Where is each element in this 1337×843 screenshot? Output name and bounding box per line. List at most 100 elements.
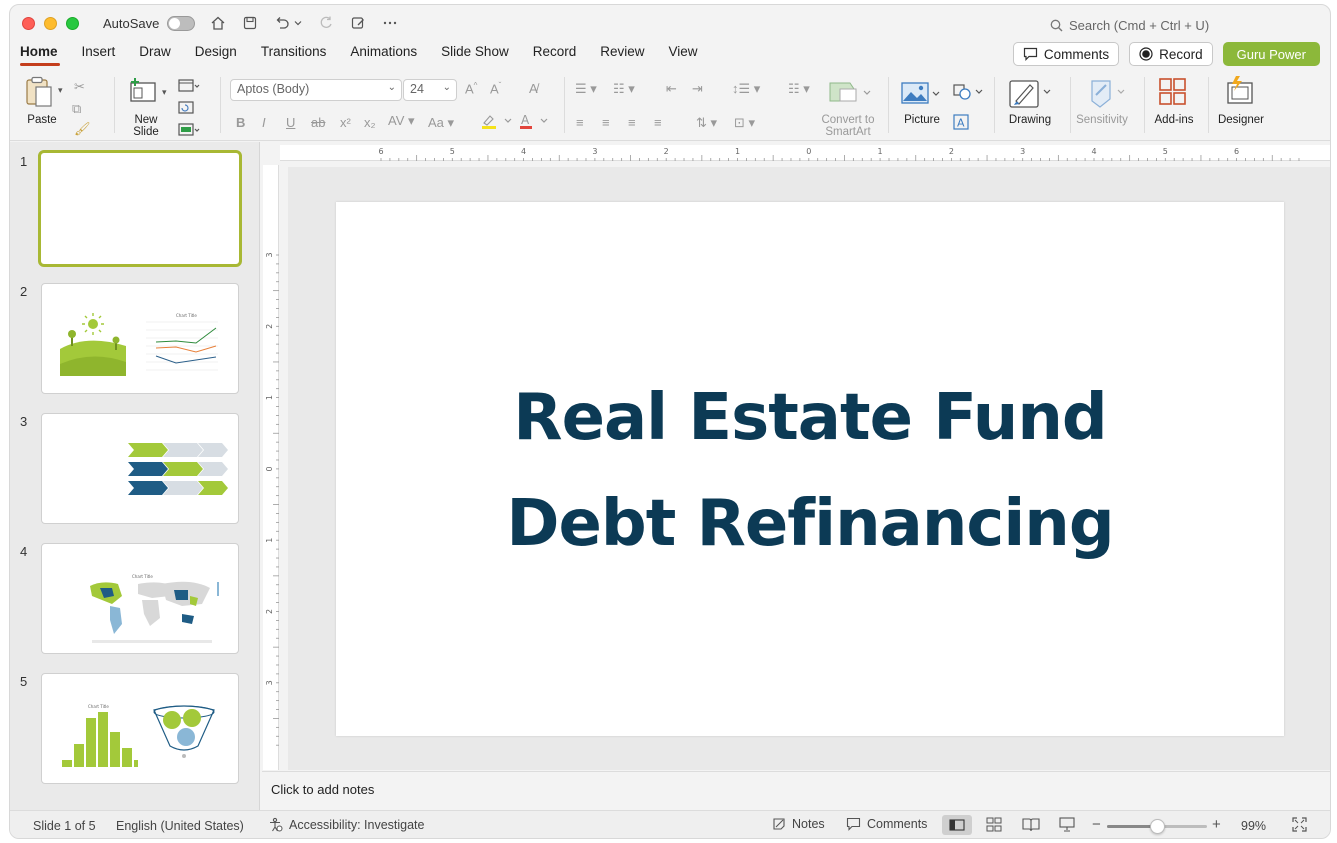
language-indicator[interactable]: English (United States)	[116, 819, 244, 833]
slide-thumbnail-1[interactable]	[38, 150, 242, 267]
zoom-slider[interactable]	[1107, 819, 1207, 834]
autosave-toggle[interactable]	[167, 15, 196, 31]
undo-icon[interactable]	[273, 14, 291, 32]
horizontal-ruler[interactable]: 6 5 4 3 2 1 0 1 2 3 4 5 6	[280, 145, 1330, 161]
tab-slide-show[interactable]: Slide Show	[429, 41, 521, 69]
tab-draw[interactable]: Draw	[127, 41, 183, 69]
clear-format-icon[interactable]: A̸	[529, 81, 538, 96]
reset-icon[interactable]	[178, 101, 194, 118]
font-name-combo[interactable]: Aptos (Body) ⌄	[230, 79, 402, 101]
bullets-icon[interactable]: ☰ ▾	[575, 81, 597, 97]
new-slide-dropdown-icon[interactable]: ▾	[162, 87, 167, 98]
undo-dropdown-icon[interactable]	[293, 14, 303, 32]
slide-title[interactable]: Real Estate Fund Debt Refinancing	[506, 365, 1114, 577]
italic-icon[interactable]: I	[262, 115, 266, 130]
zoom-percentage[interactable]: 99%	[1241, 819, 1266, 833]
slide-number: 2	[20, 284, 28, 299]
guru-power-button[interactable]: Guru Power	[1222, 42, 1320, 66]
record-icon	[1139, 47, 1153, 61]
tab-design[interactable]: Design	[183, 41, 249, 69]
close-window-button[interactable]	[22, 16, 35, 30]
slide-thumbnail-5[interactable]: Chart Title	[41, 673, 239, 784]
font-color-icon[interactable]: A	[518, 113, 552, 132]
tab-home[interactable]: Home	[10, 41, 70, 69]
minimize-window-button[interactable]	[44, 16, 57, 30]
numbering-icon[interactable]: ☷ ▾	[613, 81, 635, 97]
new-slide-button[interactable]	[128, 77, 158, 108]
superscript-icon[interactable]: x²	[340, 115, 351, 130]
shapes-icon[interactable]	[952, 83, 984, 104]
addins-icon[interactable]	[1158, 77, 1188, 110]
fit-to-window-button[interactable]	[1292, 817, 1307, 835]
redo-icon[interactable]	[317, 14, 335, 32]
zoom-out-button[interactable]: −	[1092, 816, 1101, 833]
current-slide[interactable]: Real Estate Fund Debt Refinancing	[336, 202, 1284, 736]
comments-toggle-button[interactable]: Comments	[846, 817, 927, 831]
slide-thumbnails-panel[interactable]: 1 2 Chart Title 3 4 Chart Title 5 Chart …	[10, 142, 260, 810]
cut-icon[interactable]: ✂	[74, 79, 85, 95]
increase-indent-icon[interactable]: ⇥	[692, 81, 703, 97]
vertical-ruler[interactable]: 3 2 1 0 1 2 3	[263, 165, 279, 770]
smartart-icon[interactable]	[828, 79, 872, 110]
designer-icon[interactable]	[1224, 75, 1256, 110]
justify-icon[interactable]: ≡	[654, 115, 662, 130]
increase-font-icon[interactable]: A^	[465, 81, 477, 96]
slide-thumbnail-4[interactable]: Chart Title	[41, 543, 239, 654]
paste-dropdown-icon[interactable]: ▾	[58, 85, 63, 96]
decrease-indent-icon[interactable]: ⇤	[666, 81, 677, 97]
columns-icon[interactable]: ☷ ▾	[788, 81, 810, 97]
tab-transitions[interactable]: Transitions	[249, 41, 339, 69]
section-icon[interactable]	[178, 123, 200, 140]
align-right-icon[interactable]: ≡	[628, 115, 636, 130]
accessibility-icon	[270, 817, 283, 832]
reading-view-button[interactable]	[1022, 817, 1040, 835]
subscript-icon[interactable]: x₂	[364, 115, 376, 130]
save-icon[interactable]	[241, 14, 259, 32]
decrease-font-icon[interactable]: Aˇ	[490, 81, 501, 96]
align-text-icon[interactable]: ⊡ ▾	[734, 115, 755, 131]
sensitivity-icon[interactable]	[1082, 77, 1126, 114]
comments-button[interactable]: Comments	[1012, 42, 1120, 66]
text-direction-icon[interactable]: ⇅ ▾	[696, 115, 717, 131]
notes-toggle-button[interactable]: Notes	[772, 817, 825, 831]
drawing-icon[interactable]	[1008, 77, 1052, 114]
strikethrough-icon[interactable]: ab	[311, 115, 325, 130]
search-box[interactable]: Search (Cmd + Ctrl + U)	[1050, 18, 1209, 33]
zoom-slider-thumb[interactable]	[1150, 819, 1165, 834]
zoom-in-button[interactable]: +	[1212, 816, 1221, 833]
tab-view[interactable]: View	[657, 41, 710, 69]
font-size-value: 24	[410, 82, 424, 96]
line-spacing-icon[interactable]: ↕☰ ▾	[732, 81, 760, 97]
slide-thumbnail-2[interactable]: Chart Title	[41, 283, 239, 394]
align-center-icon[interactable]: ≡	[602, 115, 610, 130]
tab-animations[interactable]: Animations	[338, 41, 429, 69]
layout-icon[interactable]	[178, 79, 200, 96]
tab-record[interactable]: Record	[521, 41, 589, 69]
accessibility-button[interactable]: Accessibility: Investigate	[268, 817, 424, 832]
underline-icon[interactable]: U	[286, 115, 295, 130]
notes-pane[interactable]: Click to add notes	[262, 771, 1330, 809]
change-case-icon[interactable]: Aa ▾	[428, 115, 454, 131]
slide-thumbnail-3[interactable]	[41, 413, 239, 524]
format-painter-icon[interactable]: 🖌	[74, 121, 91, 137]
customize-icon[interactable]	[349, 14, 367, 32]
tab-insert[interactable]: Insert	[70, 41, 128, 69]
textbox-icon[interactable]: A	[952, 113, 970, 134]
slide-sorter-button[interactable]	[986, 817, 1002, 835]
ruler-label: 2	[949, 147, 954, 156]
zoom-window-button[interactable]	[66, 16, 79, 30]
home-icon[interactable]	[209, 14, 227, 32]
copy-icon[interactable]: ⧉	[72, 101, 81, 117]
slideshow-view-button[interactable]	[1058, 817, 1076, 835]
picture-icon[interactable]	[900, 81, 940, 110]
highlight-icon[interactable]	[480, 113, 514, 132]
font-size-combo[interactable]: 24 ⌄	[403, 79, 457, 101]
more-icon[interactable]	[381, 14, 399, 32]
align-left-icon[interactable]: ≡	[576, 115, 584, 130]
bold-icon[interactable]: B	[236, 115, 245, 130]
record-button[interactable]: Record	[1129, 42, 1213, 66]
normal-view-button[interactable]	[942, 815, 972, 835]
tab-review[interactable]: Review	[588, 41, 656, 69]
char-spacing-icon[interactable]: AV ▾	[388, 113, 415, 129]
paste-button[interactable]	[24, 75, 58, 112]
